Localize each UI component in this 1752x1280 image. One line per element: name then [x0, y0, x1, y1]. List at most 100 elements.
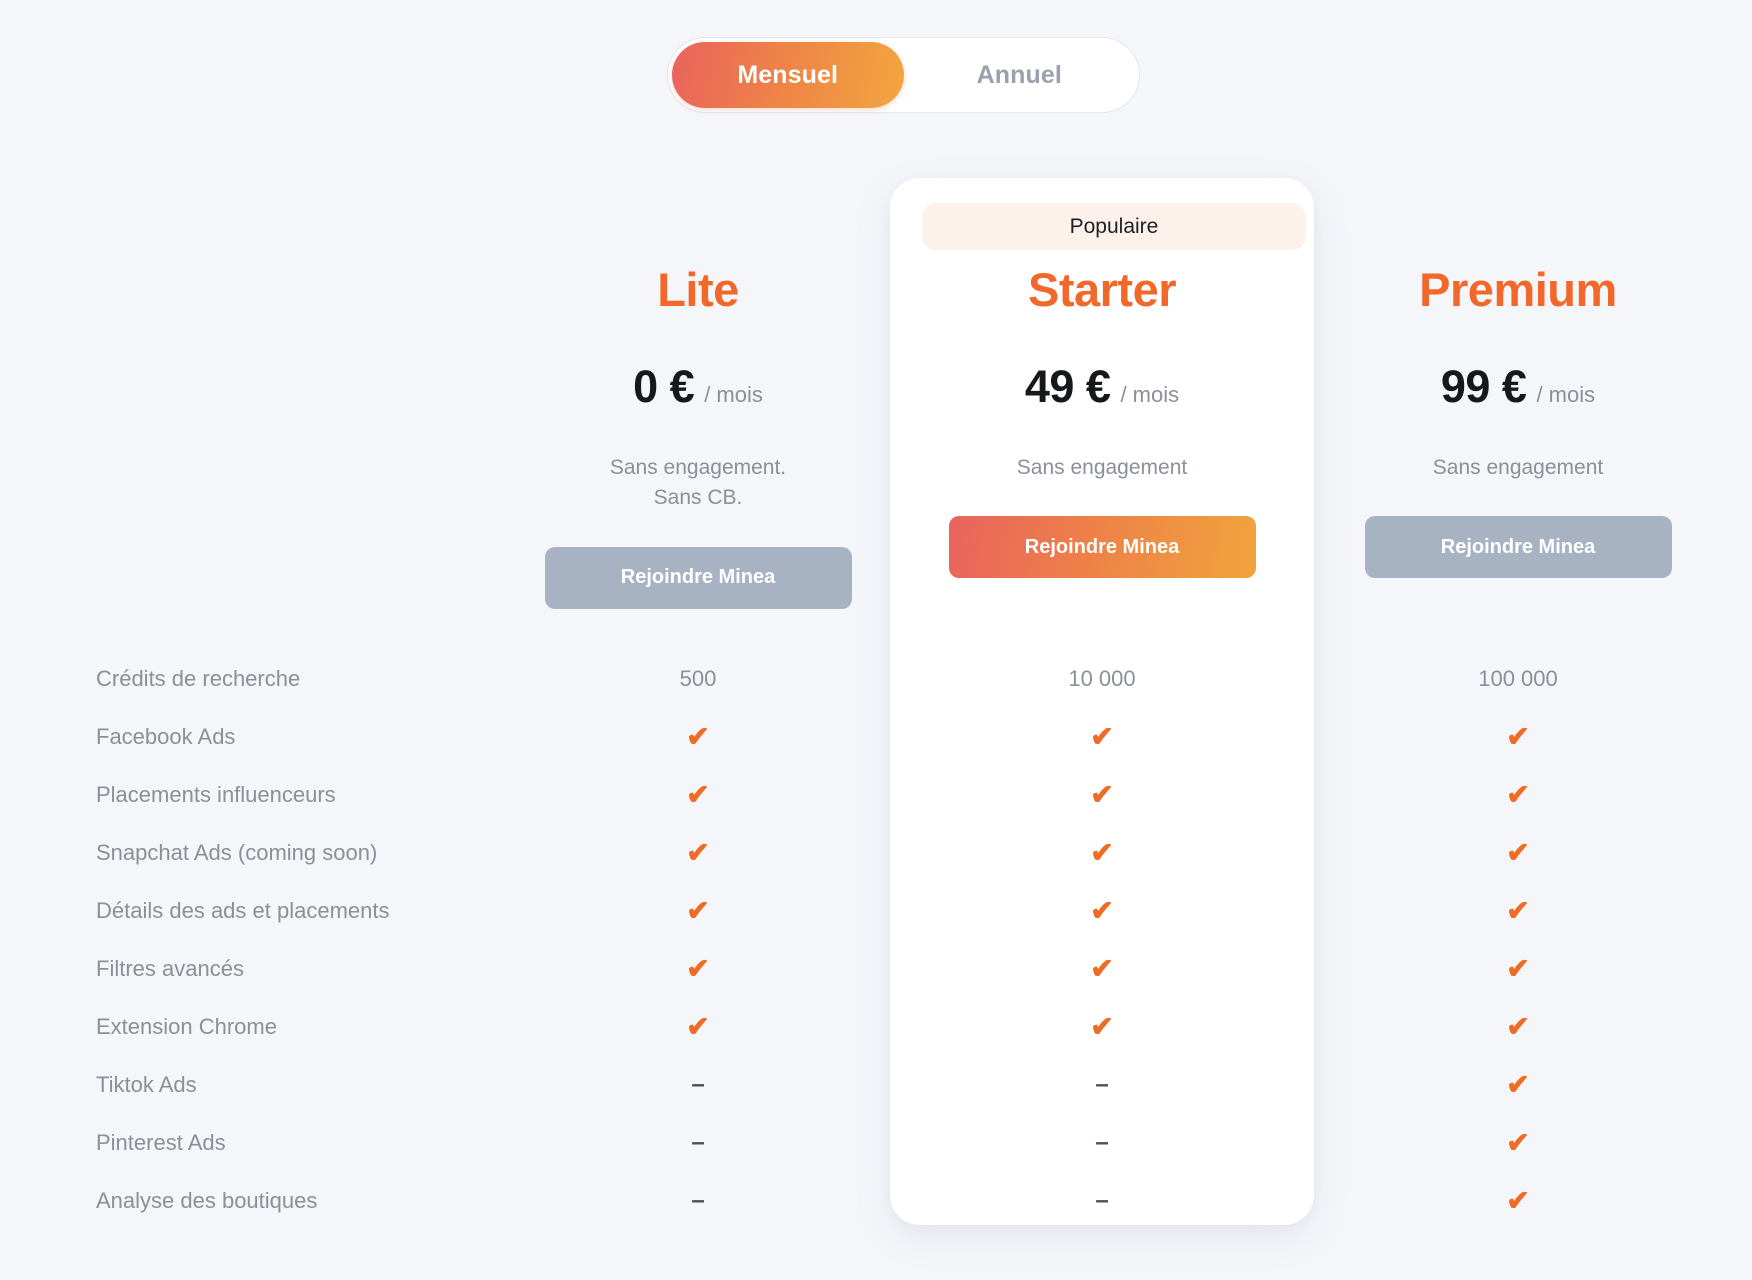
plan-note-line1-starter: Sans engagement — [1016, 456, 1188, 479]
feature-cell-starter: – — [902, 1056, 1302, 1114]
plan-column-premium: Premium 99 € / mois Sans engagement Rejo… — [1318, 263, 1718, 579]
feature-cell-premium: ✔ — [1318, 998, 1718, 1056]
plan-note-starter: Sans engagement — [902, 453, 1302, 483]
check-icon: ✔ — [1506, 1127, 1530, 1158]
popular-badge: Populaire — [922, 203, 1306, 250]
check-icon: ✔ — [1506, 837, 1530, 868]
feature-row: Pinterest Ads – – ✔ — [0, 1114, 1752, 1172]
feature-cell-lite: ✔ — [498, 882, 898, 940]
feature-label: Analyse des boutiques — [96, 1188, 318, 1213]
feature-value: 500 — [679, 666, 717, 691]
feature-cell-premium: ✔ — [1318, 708, 1718, 766]
plan-price-starter: 49 € — [1024, 361, 1111, 412]
plan-price-line-starter: 49 € / mois — [902, 361, 1302, 413]
dash-icon: – — [1095, 1071, 1109, 1098]
check-icon: ✔ — [686, 1011, 710, 1042]
plan-price-premium: 99 € — [1440, 361, 1527, 412]
feature-cell-lite: – — [498, 1056, 898, 1114]
feature-label: Tiktok Ads — [96, 1072, 197, 1097]
feature-cell-premium: ✔ — [1318, 1114, 1718, 1172]
feature-row: Filtres avancés ✔ ✔ ✔ — [0, 940, 1752, 998]
feature-label: Facebook Ads — [96, 724, 236, 749]
check-icon: ✔ — [1090, 721, 1114, 752]
feature-row: Analyse des boutiques – – ✔ — [0, 1172, 1752, 1230]
plan-column-starter: Starter 49 € / mois Sans engagement Rejo… — [902, 263, 1302, 579]
check-icon: ✔ — [1090, 895, 1114, 926]
cta-button-starter[interactable]: Rejoindre Minea — [948, 516, 1256, 579]
plan-period-starter: / mois — [1120, 382, 1180, 407]
plan-note-premium: Sans engagement — [1318, 453, 1718, 483]
plan-period-premium: / mois — [1536, 382, 1596, 407]
cta-button-lite[interactable]: Rejoindre Minea — [544, 546, 852, 609]
feature-value: 10 000 — [1068, 666, 1136, 691]
check-icon: ✔ — [1506, 953, 1530, 984]
feature-value: 100 000 — [1478, 666, 1558, 691]
feature-label: Détails des ads et placements — [96, 898, 390, 923]
check-icon: ✔ — [1090, 779, 1114, 810]
feature-label: Snapchat Ads (coming soon) — [96, 840, 378, 865]
check-icon: ✔ — [1090, 837, 1114, 868]
feature-cell-starter: – — [902, 1114, 1302, 1172]
plan-name-lite: Lite — [657, 263, 739, 316]
feature-label: Extension Chrome — [96, 1014, 277, 1039]
plan-note-lite: Sans engagement. Sans CB. — [498, 453, 898, 514]
popular-badge-label: Populaire — [1069, 214, 1159, 238]
feature-cell-lite: 500 — [498, 650, 898, 708]
feature-cell-starter: – — [902, 1172, 1302, 1230]
dash-icon: – — [1095, 1129, 1109, 1156]
plan-name-starter: Starter — [1027, 263, 1177, 316]
feature-row: Tiktok Ads – – ✔ — [0, 1056, 1752, 1114]
plan-period-lite: / mois — [704, 382, 763, 407]
feature-cell-starter: ✔ — [902, 882, 1302, 940]
feature-cell-starter: 10 000 — [902, 650, 1302, 708]
check-icon: ✔ — [686, 721, 710, 752]
feature-cell-premium: ✔ — [1318, 940, 1718, 998]
check-icon: ✔ — [1506, 895, 1530, 926]
plan-column-lite: Lite 0 € / mois Sans engagement. Sans CB… — [498, 266, 898, 609]
dash-icon: – — [691, 1187, 705, 1214]
plan-note-line1-premium: Sans engagement — [1432, 456, 1604, 479]
feature-comparison-table: Crédits de recherche 500 10 000 100 000 Face… — [0, 650, 1752, 1230]
plan-note-line2-lite: Sans CB. — [653, 486, 743, 510]
check-icon: ✔ — [1090, 953, 1114, 984]
feature-row: Extension Chrome ✔ ✔ ✔ — [0, 998, 1752, 1056]
feature-row: Facebook Ads ✔ ✔ ✔ — [0, 708, 1752, 766]
feature-cell-starter: ✔ — [902, 940, 1302, 998]
feature-cell-lite: – — [498, 1114, 898, 1172]
dash-icon: – — [691, 1071, 705, 1098]
feature-cell-starter: ✔ — [902, 824, 1302, 882]
feature-cell-lite: ✔ — [498, 998, 898, 1056]
check-icon: ✔ — [686, 953, 710, 984]
dash-icon: – — [1095, 1187, 1109, 1214]
feature-cell-lite: – — [498, 1172, 898, 1230]
feature-row: Placements influenceurs ✔ ✔ ✔ — [0, 766, 1752, 824]
check-icon: ✔ — [1506, 779, 1530, 810]
feature-cell-lite: ✔ — [498, 824, 898, 882]
feature-cell-premium: ✔ — [1318, 1172, 1718, 1230]
feature-cell-premium: ✔ — [1318, 882, 1718, 940]
check-icon: ✔ — [686, 837, 710, 868]
cta-button-premium[interactable]: Rejoindre Minea — [1364, 516, 1672, 579]
feature-label: Filtres avancés — [96, 956, 244, 981]
check-icon: ✔ — [1506, 1011, 1530, 1042]
feature-label: Crédits de recherche — [96, 666, 301, 691]
feature-cell-lite: ✔ — [498, 940, 898, 998]
feature-label: Placements influenceurs — [96, 782, 336, 807]
feature-cell-premium: ✔ — [1318, 824, 1718, 882]
feature-cell-premium: ✔ — [1318, 1056, 1718, 1114]
feature-cell-premium: 100 000 — [1318, 650, 1718, 708]
dash-icon: – — [691, 1129, 705, 1156]
plan-note-line1-lite: Sans engagement. — [609, 456, 787, 479]
plan-price-lite: 0 € — [633, 361, 695, 412]
check-icon: ✔ — [686, 895, 710, 926]
plan-price-line-premium: 99 € / mois — [1318, 361, 1718, 413]
feature-cell-premium: ✔ — [1318, 766, 1718, 824]
feature-cell-lite: ✔ — [498, 708, 898, 766]
plan-name-premium: Premium — [1419, 263, 1617, 316]
feature-cell-lite: ✔ — [498, 766, 898, 824]
check-icon: ✔ — [1506, 1069, 1530, 1100]
feature-row: Crédits de recherche 500 10 000 100 000 — [0, 650, 1752, 708]
feature-label: Pinterest Ads — [96, 1130, 226, 1155]
feature-row: Snapchat Ads (coming soon) ✔ ✔ ✔ — [0, 824, 1752, 882]
check-icon: ✔ — [1090, 1011, 1114, 1042]
